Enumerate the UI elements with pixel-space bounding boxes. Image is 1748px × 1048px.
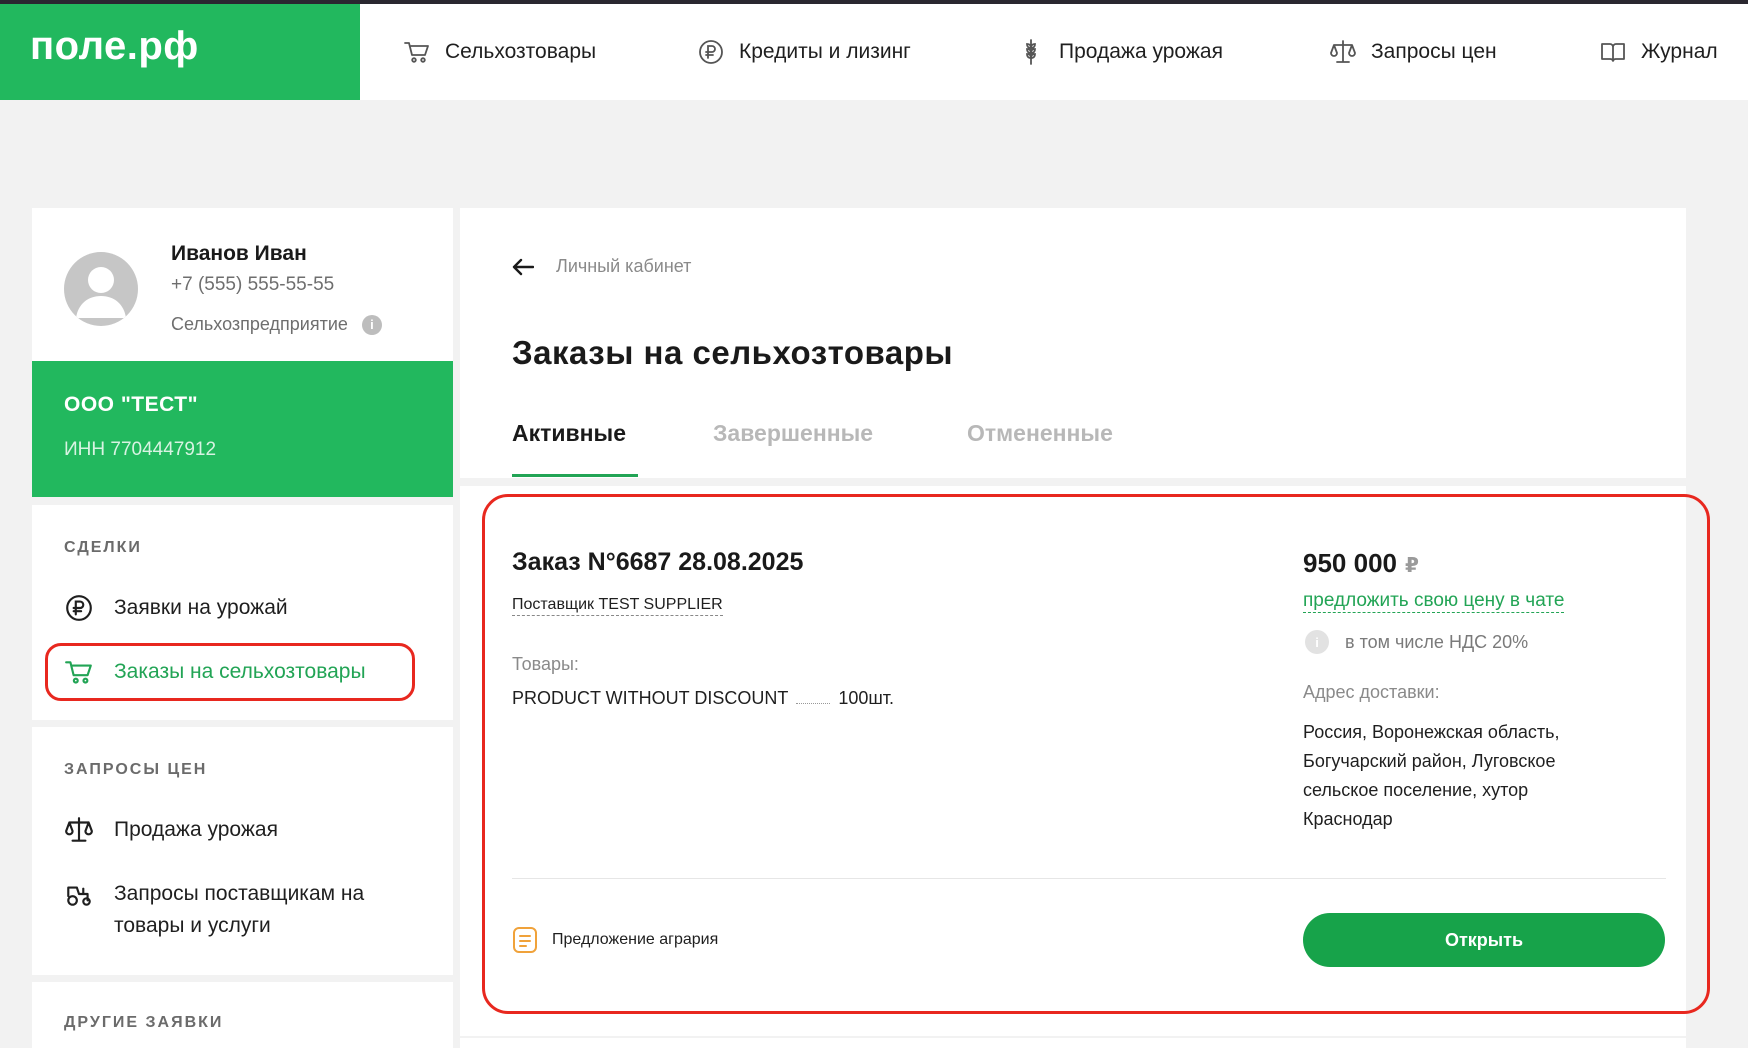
arrow-left-icon (512, 258, 534, 275)
user-type-label: Сельхозпредприятие (171, 314, 348, 334)
back-link[interactable]: Личный кабинет (512, 256, 691, 277)
nav-label: Журнал (1641, 40, 1718, 63)
tractor-icon (67, 886, 91, 906)
logo-text: поле.рф (30, 24, 199, 68)
sidebar-item-harvest-requests[interactable]: Заявки на урожай (64, 592, 288, 624)
section-label-deals: СДЕЛКИ (64, 539, 142, 556)
sidebar-other-section: ДРУГИЕ ЗАЯВКИ (32, 982, 453, 1048)
company-inn: ИНН 7704447912 (64, 439, 217, 460)
tab-completed[interactable]: Завершенные (713, 420, 873, 447)
section-label-other: ДРУГИЕ ЗАЯВКИ (64, 1014, 224, 1031)
cart-icon (404, 42, 429, 63)
nav-item-harvest-sale[interactable]: Продажа урожая (1017, 34, 1223, 70)
logo[interactable]: поле.рф (0, 4, 360, 100)
orders-header-panel: Личный кабинет Заказы на сельхозтовары А… (460, 208, 1686, 478)
company-card[interactable]: ООО "ТЕСТ" ИНН 7704447912 (32, 361, 453, 497)
top-header: поле.рф Сельхозтовары Кредиты и лизинг П… (0, 4, 1748, 100)
back-link-label: Личный кабинет (556, 256, 692, 276)
book-icon (1601, 43, 1625, 62)
tab-cancelled[interactable]: Отмененные (967, 420, 1113, 447)
nav-item-journal[interactable]: Журнал (1599, 34, 1718, 70)
scales-icon (65, 817, 93, 842)
nav-label: Запросы цен (1371, 40, 1497, 63)
ruble-coin-icon (699, 40, 723, 64)
user-phone: +7 (555) 555-55-55 (171, 274, 335, 295)
page-title: Заказы на сельхозтовары (512, 334, 954, 371)
sidebar-item-harvest-sale[interactable]: Продажа урожая (64, 814, 278, 846)
avatar[interactable] (64, 252, 138, 326)
ruble-coin-icon (66, 595, 92, 621)
user-type: Сельхозпредприятие i (171, 314, 382, 335)
sidebar-item-supplier-requests[interactable]: Запросы поставщикам на товары и услуги (64, 878, 404, 942)
nav-item-credits[interactable]: Кредиты и лизинг (697, 34, 911, 70)
company-name: ООО "ТЕСТ" (64, 393, 199, 416)
user-name: Иванов Иван (171, 242, 307, 265)
highlight-outline (45, 643, 415, 701)
user-silhouette-icon (76, 267, 126, 318)
scales-icon (1330, 40, 1356, 63)
nav-label: Сельхозтовары (445, 40, 597, 63)
nav-item-price-requests[interactable]: Запросы цен (1329, 34, 1497, 70)
sidebar-item-label: Запросы поставщикам на товары и услуги (114, 882, 365, 937)
sidebar-item-label: Продажа урожая (114, 818, 278, 841)
profile-card: Иванов Иван +7 (555) 555-55-55 Сельхозпр… (32, 208, 453, 361)
wheat-icon (1026, 39, 1036, 65)
nav-label: Кредиты и лизинг (739, 40, 911, 63)
tab-underline (512, 474, 638, 477)
highlight-outline (482, 494, 1710, 1014)
section-label-price-requests: ЗАПРОСЫ ЦЕН (64, 761, 208, 778)
info-icon[interactable]: i (361, 314, 382, 335)
sidebar-price-requests-section: ЗАПРОСЫ ЦЕН Продажа урожая Запросы поста… (32, 727, 453, 975)
nav-label: Продажа урожая (1059, 40, 1223, 63)
tab-active[interactable]: Активные (512, 420, 626, 447)
next-card-edge (460, 1038, 1686, 1048)
nav-item-agro-goods[interactable]: Сельхозтовары (403, 34, 596, 70)
sidebar-item-label: Заявки на урожай (114, 596, 288, 619)
